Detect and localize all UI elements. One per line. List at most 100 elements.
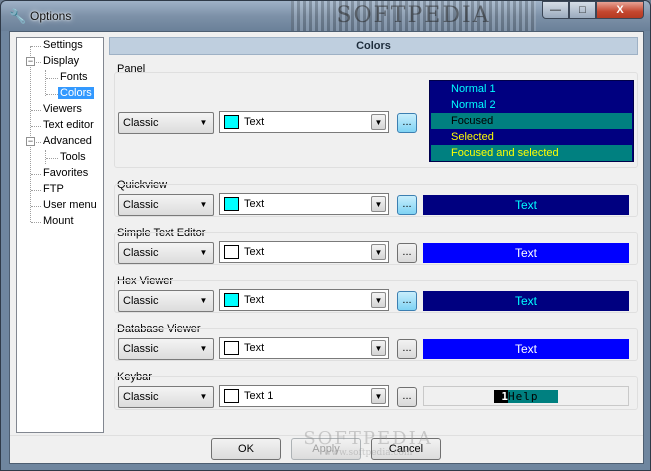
collapse-icon[interactable]: − — [26, 137, 35, 146]
window-title: Options — [30, 9, 72, 23]
tree-connector — [31, 222, 41, 223]
maximize-button[interactable]: □ — [569, 1, 596, 19]
tree-item-fonts[interactable]: Fonts — [58, 70, 90, 86]
hex-viewer-color-select[interactable]: Text ▼ — [219, 289, 389, 311]
options-tree[interactable]: Settings − Display Fonts Colors Viewers … — [16, 37, 104, 433]
select-value: Text — [244, 116, 265, 128]
color-swatch — [224, 245, 239, 259]
simple-text-editor-color-select[interactable]: Text ▼ — [219, 241, 389, 263]
color-swatch — [224, 341, 239, 355]
dropdown-arrow-icon: ▼ — [371, 244, 386, 260]
quickview-color-select[interactable]: Text ▼ — [219, 193, 389, 215]
cancel-button[interactable]: Cancel — [371, 438, 441, 460]
tree-item-mount[interactable]: Mount — [41, 214, 76, 230]
tree-item-label: FTP — [43, 183, 64, 195]
keybar-scheme-select[interactable]: Classic ▼ — [118, 386, 214, 408]
tree-item-colors[interactable]: Colors — [58, 86, 94, 102]
tree-item-viewers[interactable]: Viewers — [41, 102, 84, 118]
tree-connector — [31, 206, 41, 207]
dropdown-arrow-icon: ▼ — [371, 388, 386, 404]
simple-text-editor-color-preview: Text — [423, 243, 629, 263]
color-swatch — [224, 197, 239, 211]
tree-item-label: Viewers — [43, 103, 82, 115]
page-title: Colors — [109, 37, 638, 55]
tree-item-user-menu[interactable]: User menu — [41, 198, 99, 214]
tree-item-label: Mount — [43, 215, 74, 227]
quickview-color-preview: Text — [423, 195, 629, 215]
quickview-scheme-select[interactable]: Classic ▼ — [118, 194, 214, 216]
database-viewer-color-preview: Text — [423, 339, 629, 359]
wrench-icon: 🔧 — [9, 8, 27, 24]
preview-focused: Focused — [431, 113, 632, 129]
select-value: Text — [244, 342, 265, 354]
tree-connector — [30, 46, 31, 222]
panel-color-select[interactable]: Text ▼ — [219, 111, 389, 133]
tree-item-settings[interactable]: Settings — [41, 38, 85, 54]
tree-item-label: Tools — [60, 151, 86, 163]
hex-viewer-color-preview: Text — [423, 291, 629, 311]
tree-connector — [46, 78, 58, 79]
panel-color-picker-button[interactable]: ... — [397, 113, 417, 133]
tree-item-favorites[interactable]: Favorites — [41, 166, 90, 182]
dropdown-arrow-icon: ▼ — [199, 118, 208, 127]
dropdown-arrow-icon: ▼ — [371, 114, 386, 130]
preview-selected: Selected — [431, 129, 632, 145]
hex-viewer-scheme-select[interactable]: Classic ▼ — [118, 290, 214, 312]
preview-normal-2: Normal 2 — [431, 97, 632, 113]
select-value: Classic — [123, 199, 159, 211]
dropdown-arrow-icon: ▼ — [371, 292, 386, 308]
select-value: Classic — [123, 391, 159, 403]
tree-connector — [45, 150, 46, 164]
simple-text-editor-scheme-select[interactable]: Classic ▼ — [118, 242, 214, 264]
dropdown-arrow-icon: ▼ — [199, 392, 208, 401]
tree-item-label: Fonts — [60, 71, 88, 83]
panel-scheme-select[interactable]: Classic ▼ — [118, 112, 214, 134]
color-swatch — [224, 293, 239, 307]
tree-item-label: Display — [43, 55, 80, 67]
keybar-color-select[interactable]: Text 1 ▼ — [219, 385, 389, 407]
database-viewer-scheme-select[interactable]: Classic ▼ — [118, 338, 214, 360]
ok-button[interactable]: OK — [211, 438, 281, 460]
database-viewer-color-select[interactable]: Text ▼ — [219, 337, 389, 359]
tree-item-label: Settings — [43, 39, 83, 51]
tree-connector — [46, 158, 58, 159]
dropdown-arrow-icon: ▼ — [199, 200, 208, 209]
tree-item-label: Advanced — [43, 135, 92, 147]
tree-connector — [31, 126, 41, 127]
tree-item-label: Favorites — [43, 167, 89, 179]
apply-button[interactable]: Apply — [291, 438, 361, 460]
select-value: Text — [244, 246, 265, 258]
collapse-icon[interactable]: − — [26, 57, 35, 66]
select-value: Classic — [123, 343, 159, 355]
preview-focused-selected: Focused and selected — [431, 145, 632, 161]
dropdown-arrow-icon: ▼ — [199, 344, 208, 353]
color-swatch — [224, 389, 239, 403]
tree-item-label: User menu — [43, 199, 97, 211]
keybar-color-picker-button[interactable]: ... — [397, 387, 417, 407]
tree-connector — [31, 190, 41, 191]
database-viewer-color-picker-button[interactable]: ... — [397, 339, 417, 359]
dropdown-arrow-icon: ▼ — [199, 296, 208, 305]
tree-connector — [45, 70, 46, 96]
dropdown-arrow-icon: ▼ — [371, 196, 386, 212]
tree-item-label: Colors — [58, 87, 94, 99]
keybar-color-preview: 1 Help — [423, 386, 629, 406]
footer-divider — [10, 435, 643, 436]
tree-item-ftp[interactable]: FTP — [41, 182, 66, 198]
title-bar[interactable]: 🔧 Options SOFTPEDIA — □ X — [1, 1, 650, 31]
tree-item-display[interactable]: Display — [41, 54, 81, 70]
tree-item-text-editor[interactable]: Text editor — [41, 118, 96, 134]
dialog-client: Settings − Display Fonts Colors Viewers … — [9, 31, 644, 464]
quickview-color-picker-button[interactable]: ... — [397, 195, 417, 215]
hex-viewer-color-picker-button[interactable]: ... — [397, 291, 417, 311]
softpedia-watermark: SOFTPEDIA — [291, 1, 536, 31]
tree-item-advanced[interactable]: Advanced — [41, 134, 94, 150]
close-button[interactable]: X — [596, 1, 644, 19]
select-value: Classic — [123, 247, 159, 259]
minimize-button[interactable]: — — [542, 1, 569, 19]
simple-text-editor-color-picker-button[interactable]: ... — [397, 243, 417, 263]
preview-normal-1: Normal 1 — [431, 81, 632, 97]
tree-item-label: Text editor — [43, 119, 94, 131]
tree-item-tools[interactable]: Tools — [58, 150, 88, 166]
options-window: 🔧 Options SOFTPEDIA — □ X Settings − Dis… — [0, 0, 651, 471]
